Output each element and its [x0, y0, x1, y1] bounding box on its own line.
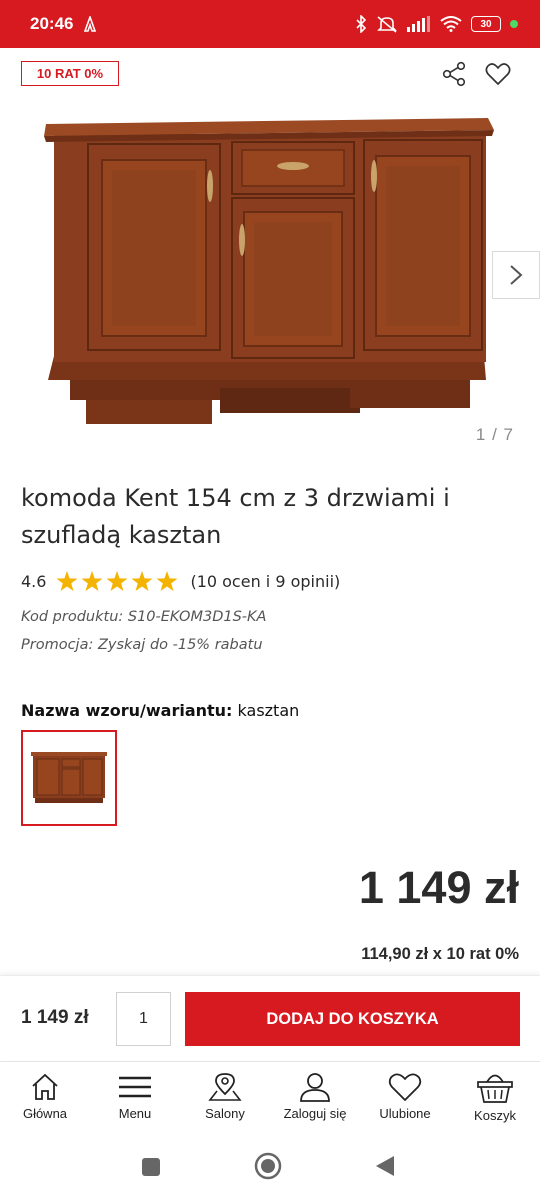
nav-menu[interactable]: Menu	[90, 1072, 180, 1121]
installments-info: 114,90 zł x 10 rat 0%	[361, 945, 519, 963]
star-icon	[106, 571, 128, 591]
installment-badge: 10 RAT 0%	[21, 61, 119, 86]
wifi-icon	[440, 16, 462, 32]
active-dot	[510, 20, 518, 28]
buy-bar-price: 1 149 zł	[21, 1007, 89, 1028]
home-system-button[interactable]	[254, 1152, 282, 1184]
nav-login[interactable]: Zaloguj się	[270, 1072, 360, 1121]
variant-thumbnail[interactable]	[21, 730, 117, 826]
nav-cart[interactable]: Koszyk	[450, 1072, 540, 1123]
share-button[interactable]	[440, 60, 468, 88]
nav-home[interactable]: Główna	[0, 1072, 90, 1121]
share-icon	[442, 61, 466, 87]
rating-value: 4.6	[21, 572, 47, 591]
star-icon	[56, 571, 78, 591]
rating-stars	[56, 571, 178, 592]
favorite-button[interactable]	[484, 60, 512, 88]
back-triangle-icon	[376, 1156, 394, 1176]
system-navigation-bar	[0, 1136, 540, 1200]
product-page: 20:46 30 10 RAT 0% 1 / 7 komoda Kent 154…	[0, 0, 540, 1200]
product-price: 1 149 zł	[358, 862, 519, 913]
product-code: Kod produktu: S10-EKOM3D1S-KA	[21, 609, 267, 625]
heart-icon	[485, 63, 511, 85]
nav-cart-label: Koszyk	[474, 1108, 516, 1123]
basket-icon	[477, 1074, 513, 1103]
nav-home-label: Główna	[22, 1106, 68, 1121]
status-time: 20:46	[30, 14, 74, 33]
mute-icon	[377, 16, 397, 33]
heart-icon	[388, 1073, 422, 1101]
buy-bar: 1 149 zł DODAJ DO KOSZYKA	[0, 975, 540, 1060]
reviews-count[interactable]: (10 ocen i 9 opinii)	[190, 572, 340, 591]
star-icon	[81, 571, 103, 591]
variant-label: Nazwa wzoru/wariantu: kasztan	[21, 701, 299, 720]
rating-row[interactable]: 4.6 (10 ocen i 9 opinii)	[21, 571, 340, 592]
home-icon	[32, 1073, 58, 1100]
product-image[interactable]	[40, 108, 500, 438]
nav-menu-label: Menu	[118, 1106, 152, 1121]
nav-stores-label: Salony	[205, 1106, 245, 1121]
user-icon	[300, 1073, 330, 1102]
add-to-cart-button[interactable]: DODAJ DO KOSZYKA	[185, 992, 520, 1046]
nav-favorites-label: Ulubione	[379, 1106, 431, 1121]
bottom-nav: Główna Menu Salony Zaloguj się Ulubione …	[0, 1061, 540, 1136]
status-bar: 20:46 30	[0, 0, 540, 48]
chevron-right-icon	[510, 265, 523, 285]
quantity-input[interactable]	[116, 992, 171, 1046]
variant-value: kasztan	[237, 701, 300, 720]
gallery-counter: 1 / 7	[475, 425, 514, 444]
nav-stores[interactable]: Salony	[180, 1072, 270, 1121]
variant-sideboard-thumb	[31, 752, 107, 803]
home-circle-icon	[254, 1152, 282, 1180]
recent-apps-button[interactable]	[141, 1157, 161, 1181]
star-icon	[131, 571, 153, 591]
status-left: 20:46	[30, 14, 97, 34]
promo-text: Promocja: Zyskaj do -15% rabatu	[21, 637, 263, 653]
app-notification-icon	[84, 16, 97, 32]
product-title: komoda Kent 154 cm z 3 drzwiami i szufla…	[21, 484, 450, 549]
map-pin-icon	[208, 1073, 242, 1101]
square-icon	[142, 1158, 160, 1176]
back-button[interactable]	[375, 1155, 395, 1181]
sideboard-image	[44, 118, 494, 424]
status-right: 30	[355, 15, 518, 33]
battery-indicator: 30	[471, 16, 501, 32]
gallery-next-button[interactable]	[492, 251, 540, 299]
variant-label-title: Nazwa wzoru/wariantu:	[21, 701, 233, 720]
signal-icon	[407, 16, 430, 32]
bluetooth-icon	[356, 15, 367, 33]
menu-icon	[119, 1076, 151, 1098]
nav-login-label: Zaloguj się	[283, 1106, 347, 1121]
star-icon	[156, 571, 178, 591]
nav-favorites[interactable]: Ulubione	[360, 1072, 450, 1121]
